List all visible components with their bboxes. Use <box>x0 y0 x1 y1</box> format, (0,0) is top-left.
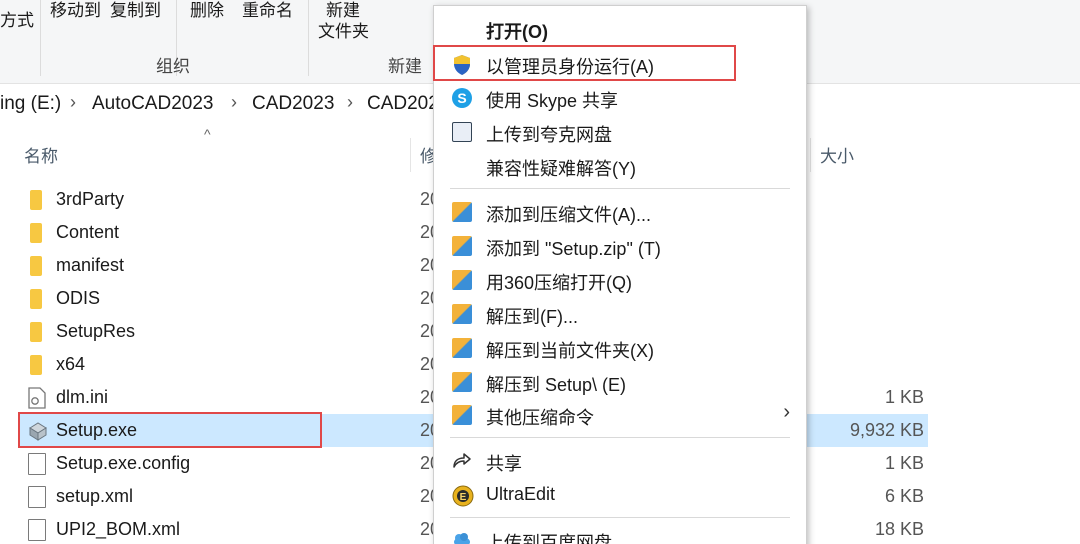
new-folder-button-line2[interactable]: 文件夹 <box>318 17 369 42</box>
run-as-admin-highlight-box <box>433 45 736 81</box>
ultraedit-icon: E <box>452 485 474 507</box>
chevron-right-icon[interactable]: › <box>347 92 353 113</box>
menu-item-label: 添加到压缩文件(A)... <box>486 205 651 225</box>
menu-item-label: 使用 Skype 共享 <box>486 91 619 111</box>
menu-item-share[interactable]: 共享 <box>434 445 806 477</box>
menu-item-label: 添加到 "Setup.zip" (T) <box>486 239 661 259</box>
file-name: 3rdParty <box>56 189 125 209</box>
document-icon <box>28 486 46 508</box>
breadcrumb-drive[interactable]: ing (E:) <box>0 93 61 115</box>
menu-item-label: 上传到夸克网盘 <box>486 125 612 145</box>
chevron-right-icon[interactable]: › <box>70 92 76 113</box>
group-new-label: 新建 <box>388 57 422 76</box>
setup-exe-highlight-box <box>18 412 322 448</box>
menu-item-label: 上传到百度网盘 <box>486 533 612 544</box>
archive-icon <box>452 338 472 358</box>
breadcrumb-cad202[interactable]: CAD202 <box>367 93 439 115</box>
file-name: setup.xml <box>56 486 134 506</box>
file-name: SetupRes <box>56 321 136 341</box>
column-header-name[interactable]: 名称 <box>24 142 58 167</box>
copy-to-button[interactable]: 复制到 <box>110 0 161 21</box>
file-name: manifest <box>56 255 125 275</box>
menu-item-more-compress[interactable]: 其他压缩命令 › <box>434 399 806 431</box>
menu-item-add-to-archive[interactable]: 添加到压缩文件(A)... <box>434 196 806 228</box>
menu-item-label: 兼容性疑难解答(Y) <box>486 159 636 179</box>
file-size: 6 KB <box>884 486 924 506</box>
file-name: UPI2_BOM.xml <box>56 519 181 539</box>
baidu-cloud-icon <box>452 530 472 544</box>
archive-icon <box>452 202 472 222</box>
context-menu: 打开(O) 以管理员身份运行(A) S 使用 Skype 共享 上传到夸克网盘 … <box>433 5 807 544</box>
delete-button[interactable]: 删除 <box>190 0 224 21</box>
skype-icon: S <box>452 88 472 108</box>
archive-icon <box>452 304 472 324</box>
menu-item-label: 共享 <box>486 454 522 474</box>
menu-item-label: 解压到当前文件夹(X) <box>486 341 654 361</box>
archive-icon <box>452 236 472 256</box>
file-name: x64 <box>56 354 86 374</box>
ribbon-separator <box>40 0 41 76</box>
menu-item-extract-to-setup[interactable]: 解压到 Setup\ (E) <box>434 366 806 398</box>
menu-item-open-with-360[interactable]: 用360压缩打开(Q) <box>434 264 806 296</box>
ribbon-separator <box>308 0 309 76</box>
file-size: 1 KB <box>884 387 924 407</box>
menu-item-open[interactable]: 打开(O) <box>434 13 806 45</box>
menu-item-upload-quark[interactable]: 上传到夸克网盘 <box>434 116 806 148</box>
menu-item-label: 打开(O) <box>486 22 548 42</box>
archive-icon <box>452 270 472 290</box>
file-size: 18 KB <box>874 519 924 539</box>
file-name: dlm.ini <box>56 387 109 407</box>
archive-icon <box>452 405 472 425</box>
breadcrumb-autocad2023[interactable]: AutoCAD2023 <box>92 93 213 115</box>
menu-item-skype-share[interactable]: S 使用 Skype 共享 <box>434 82 806 114</box>
sort-ascending-icon: ^ <box>204 126 211 142</box>
breadcrumb-cad2023[interactable]: CAD2023 <box>252 93 334 115</box>
chevron-right-icon[interactable]: › <box>231 92 237 113</box>
menu-item-compatibility[interactable]: 兼容性疑难解答(Y) <box>434 150 806 182</box>
menu-item-label: 解压到(F)... <box>486 307 578 327</box>
column-header-size[interactable]: 大小 <box>820 142 854 167</box>
view-mode-button[interactable]: 方式 <box>0 6 34 31</box>
menu-item-extract-to[interactable]: 解压到(F)... <box>434 298 806 330</box>
share-icon <box>452 451 472 471</box>
column-separator[interactable] <box>410 138 411 172</box>
menu-item-label: 解压到 Setup\ (E) <box>486 375 627 395</box>
menu-separator <box>450 517 790 518</box>
menu-item-add-to-setup-zip[interactable]: 添加到 "Setup.zip" (T) <box>434 230 806 262</box>
menu-item-label: UltraEdit <box>486 484 556 504</box>
document-icon <box>28 453 46 475</box>
cloud-upload-icon <box>452 122 472 142</box>
move-to-button[interactable]: 移动到 <box>50 0 101 21</box>
file-size: 9,932 KB <box>849 420 924 440</box>
chevron-right-icon: › <box>783 401 790 423</box>
file-name: ODIS <box>56 288 101 308</box>
folder-icon <box>30 256 42 276</box>
folder-icon <box>30 355 42 375</box>
archive-icon <box>452 372 472 392</box>
group-organize-label: 组织 <box>156 57 190 76</box>
folder-icon <box>30 190 42 210</box>
svg-text:E: E <box>460 492 467 503</box>
folder-icon <box>30 223 42 243</box>
settings-file-icon <box>28 387 46 409</box>
menu-item-extract-here[interactable]: 解压到当前文件夹(X) <box>434 332 806 364</box>
menu-item-label: 其他压缩命令 <box>486 408 594 428</box>
document-icon <box>28 519 46 541</box>
file-name: Setup.exe.config <box>56 453 191 473</box>
menu-item-label: 用360压缩打开(Q) <box>486 273 633 293</box>
menu-separator <box>450 437 790 438</box>
file-name: Content <box>56 222 120 242</box>
menu-item-ultraedit[interactable]: E UltraEdit <box>434 479 806 511</box>
menu-item-upload-baidu[interactable]: 上传到百度网盘 <box>434 524 806 544</box>
menu-separator <box>450 188 790 189</box>
folder-icon <box>30 322 42 342</box>
file-size: 1 KB <box>884 453 924 473</box>
rename-button[interactable]: 重命名 <box>242 0 293 21</box>
column-separator[interactable] <box>810 138 811 172</box>
folder-icon <box>30 289 42 309</box>
